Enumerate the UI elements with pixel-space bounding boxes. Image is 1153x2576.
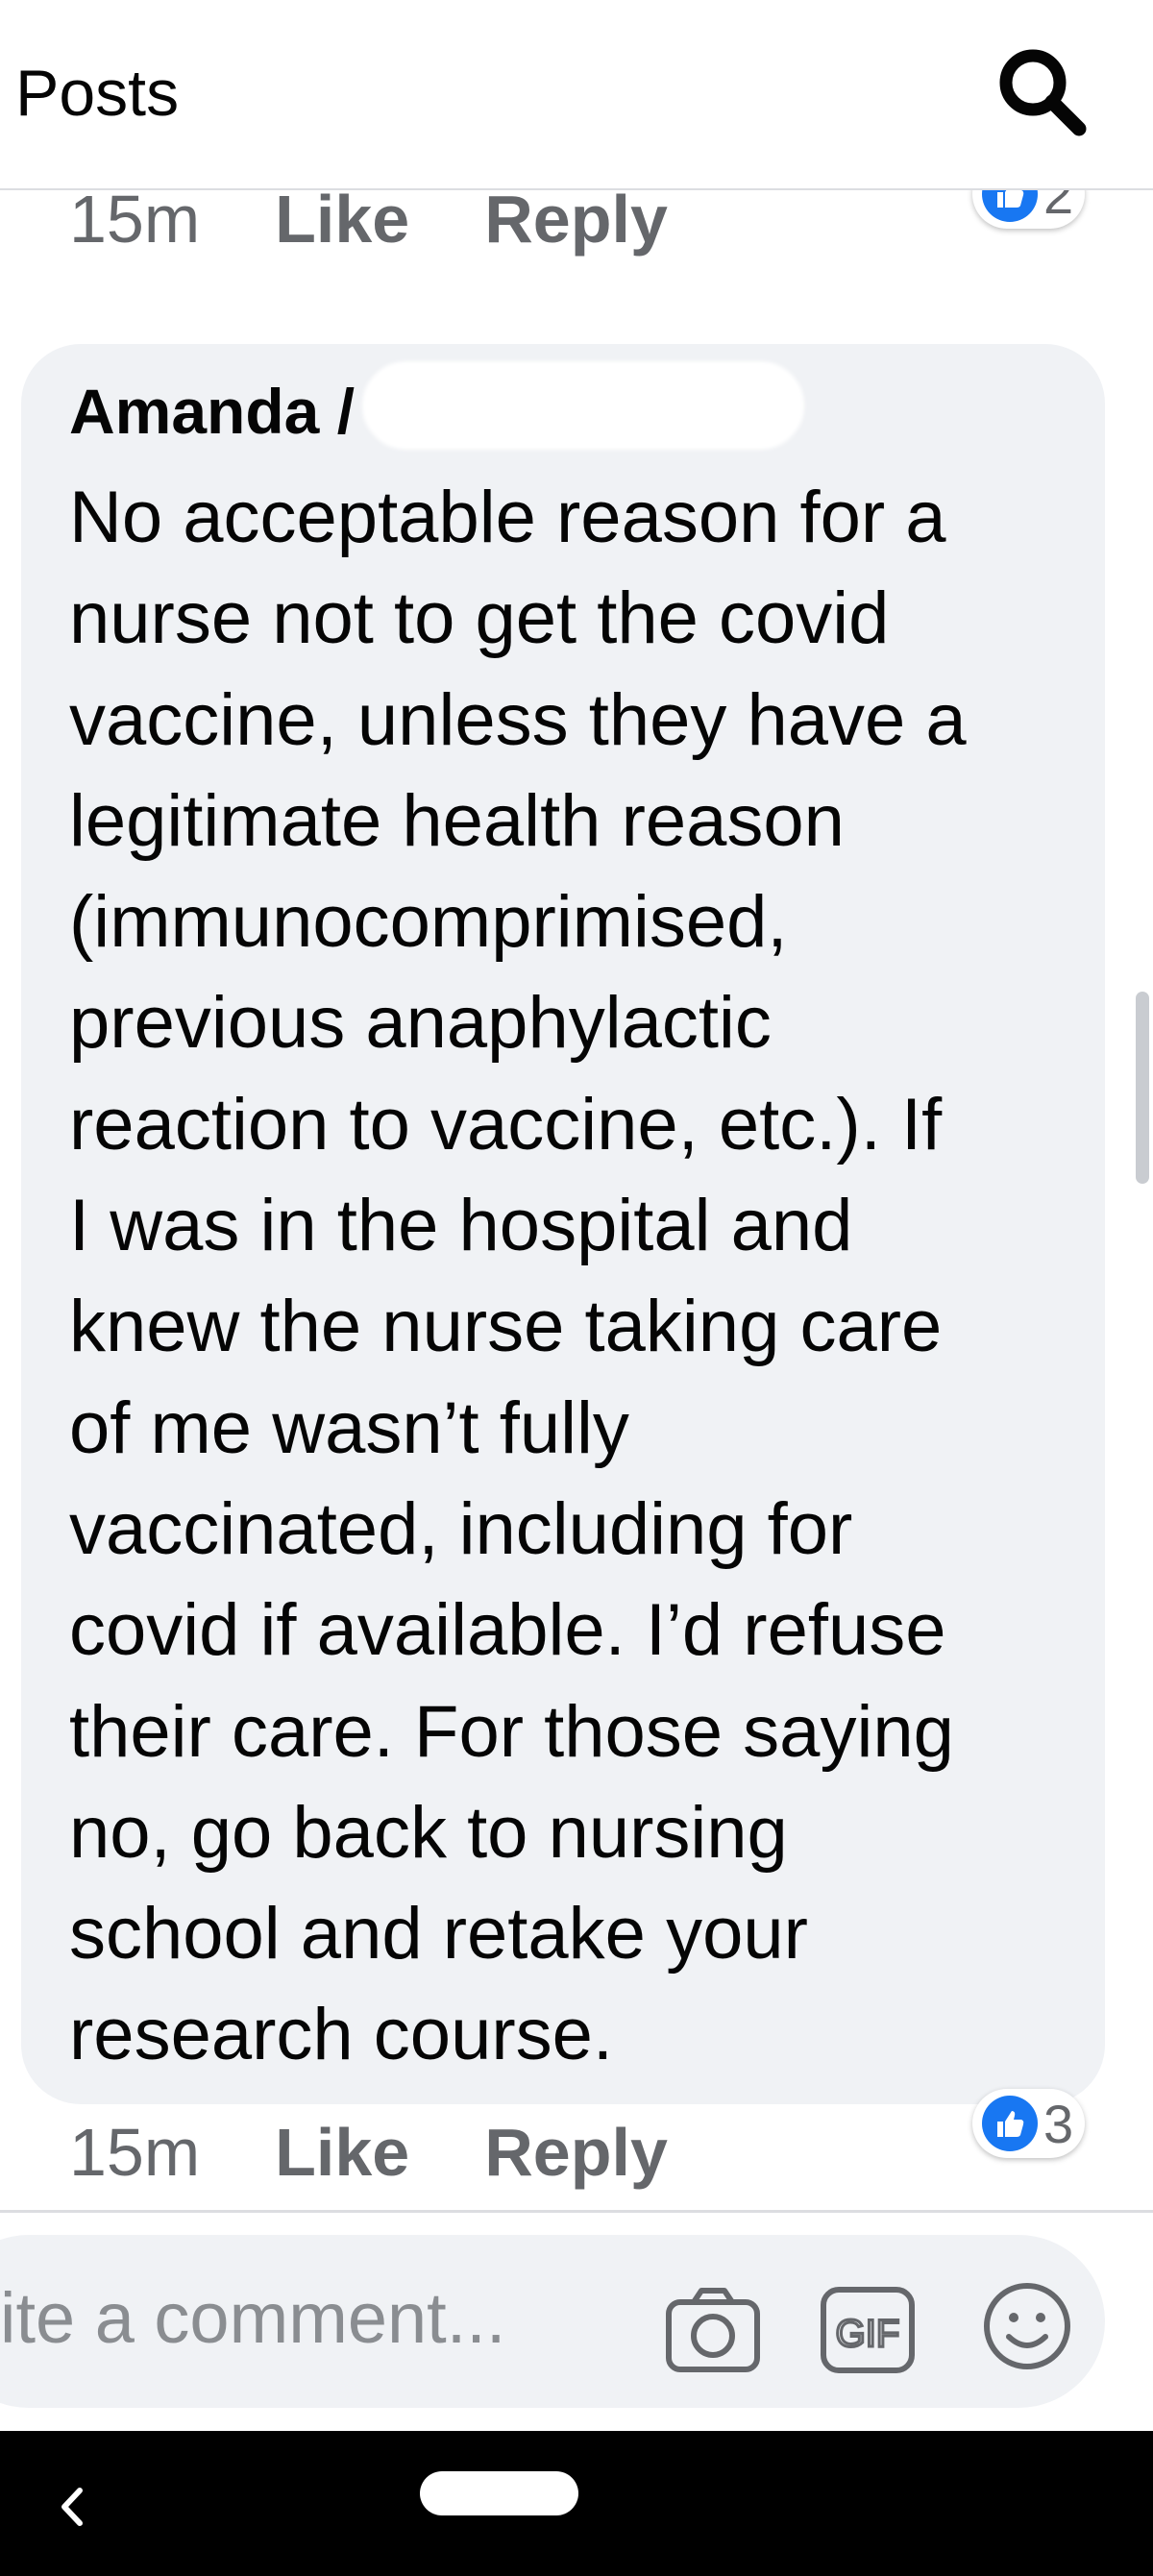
reaction-count-badge[interactable]: 3 bbox=[972, 2089, 1086, 2158]
comment-body: No acceptable reason for a nurse not to … bbox=[69, 467, 1078, 2086]
comment-line: No acceptable reason for a bbox=[69, 477, 946, 558]
like-button[interactable]: Like bbox=[275, 188, 409, 257]
svg-text:GIF: GIF bbox=[836, 2313, 900, 2355]
comment-line: research course. bbox=[69, 1994, 614, 2076]
back-icon[interactable] bbox=[53, 2483, 91, 2531]
comment-line: their care. For those saying bbox=[69, 1690, 954, 1773]
reply-button[interactable]: Reply bbox=[484, 188, 668, 257]
comment-timestamp: 15m bbox=[69, 188, 201, 257]
thumbs-up-icon bbox=[982, 2096, 1038, 2151]
comment-line: (immunocomprimised, bbox=[69, 881, 788, 964]
comment-line: reaction to vaccine, etc.). If bbox=[69, 1083, 943, 1165]
thumbs-up-icon bbox=[982, 188, 1038, 222]
comment-line: vaccine, unless they have a bbox=[69, 678, 967, 761]
comment-author[interactable]: Amanda / bbox=[69, 375, 355, 448]
comment-line: nurse not to get the covid bbox=[69, 577, 890, 660]
comment-line: vaccinated, including for bbox=[69, 1487, 853, 1570]
comment-actions: 15m Like Reply 3 bbox=[0, 2089, 1153, 2200]
comment-line: legitimate health reason bbox=[69, 779, 845, 862]
comment-line: no, go back to nursing bbox=[69, 1791, 788, 1874]
page-title: Posts bbox=[15, 57, 180, 130]
divider bbox=[0, 2210, 1153, 2213]
like-button[interactable]: Like bbox=[275, 2115, 409, 2190]
comment-timestamp: 15m bbox=[69, 2115, 201, 2190]
comment-line: previous anaphylactic bbox=[69, 982, 772, 1065]
comment-bubble: Amanda / No acceptable reason for a nurs… bbox=[21, 344, 1105, 2104]
system-nav-bar bbox=[0, 2431, 1153, 2576]
reaction-count: 2 bbox=[1043, 188, 1074, 225]
emoji-icon[interactable] bbox=[980, 2279, 1074, 2373]
comment-input[interactable]: ite a comment... bbox=[0, 2277, 505, 2359]
previous-comment-actions: 15m Like Reply 2 bbox=[0, 188, 1153, 304]
home-button[interactable] bbox=[420, 2471, 578, 2515]
reply-button[interactable]: Reply bbox=[484, 2115, 668, 2190]
top-header: Posts bbox=[0, 0, 1153, 190]
comment-line: I was in the hospital and bbox=[69, 1185, 853, 1267]
gif-icon[interactable]: GIF bbox=[819, 2285, 917, 2375]
comment-line: of me wasn’t fully bbox=[69, 1386, 629, 1469]
comment-line: school and retake your bbox=[69, 1893, 808, 1975]
search-icon[interactable] bbox=[994, 44, 1091, 140]
redaction-mark bbox=[362, 361, 804, 450]
comment-line: knew the nurse taking care bbox=[69, 1286, 943, 1368]
comment-line: covid if available. I’d refuse bbox=[69, 1589, 946, 1672]
scrollbar[interactable] bbox=[1136, 992, 1149, 1184]
reaction-count: 3 bbox=[1043, 2093, 1074, 2154]
reaction-count-badge[interactable]: 2 bbox=[972, 188, 1086, 229]
camera-icon[interactable] bbox=[663, 2283, 763, 2375]
